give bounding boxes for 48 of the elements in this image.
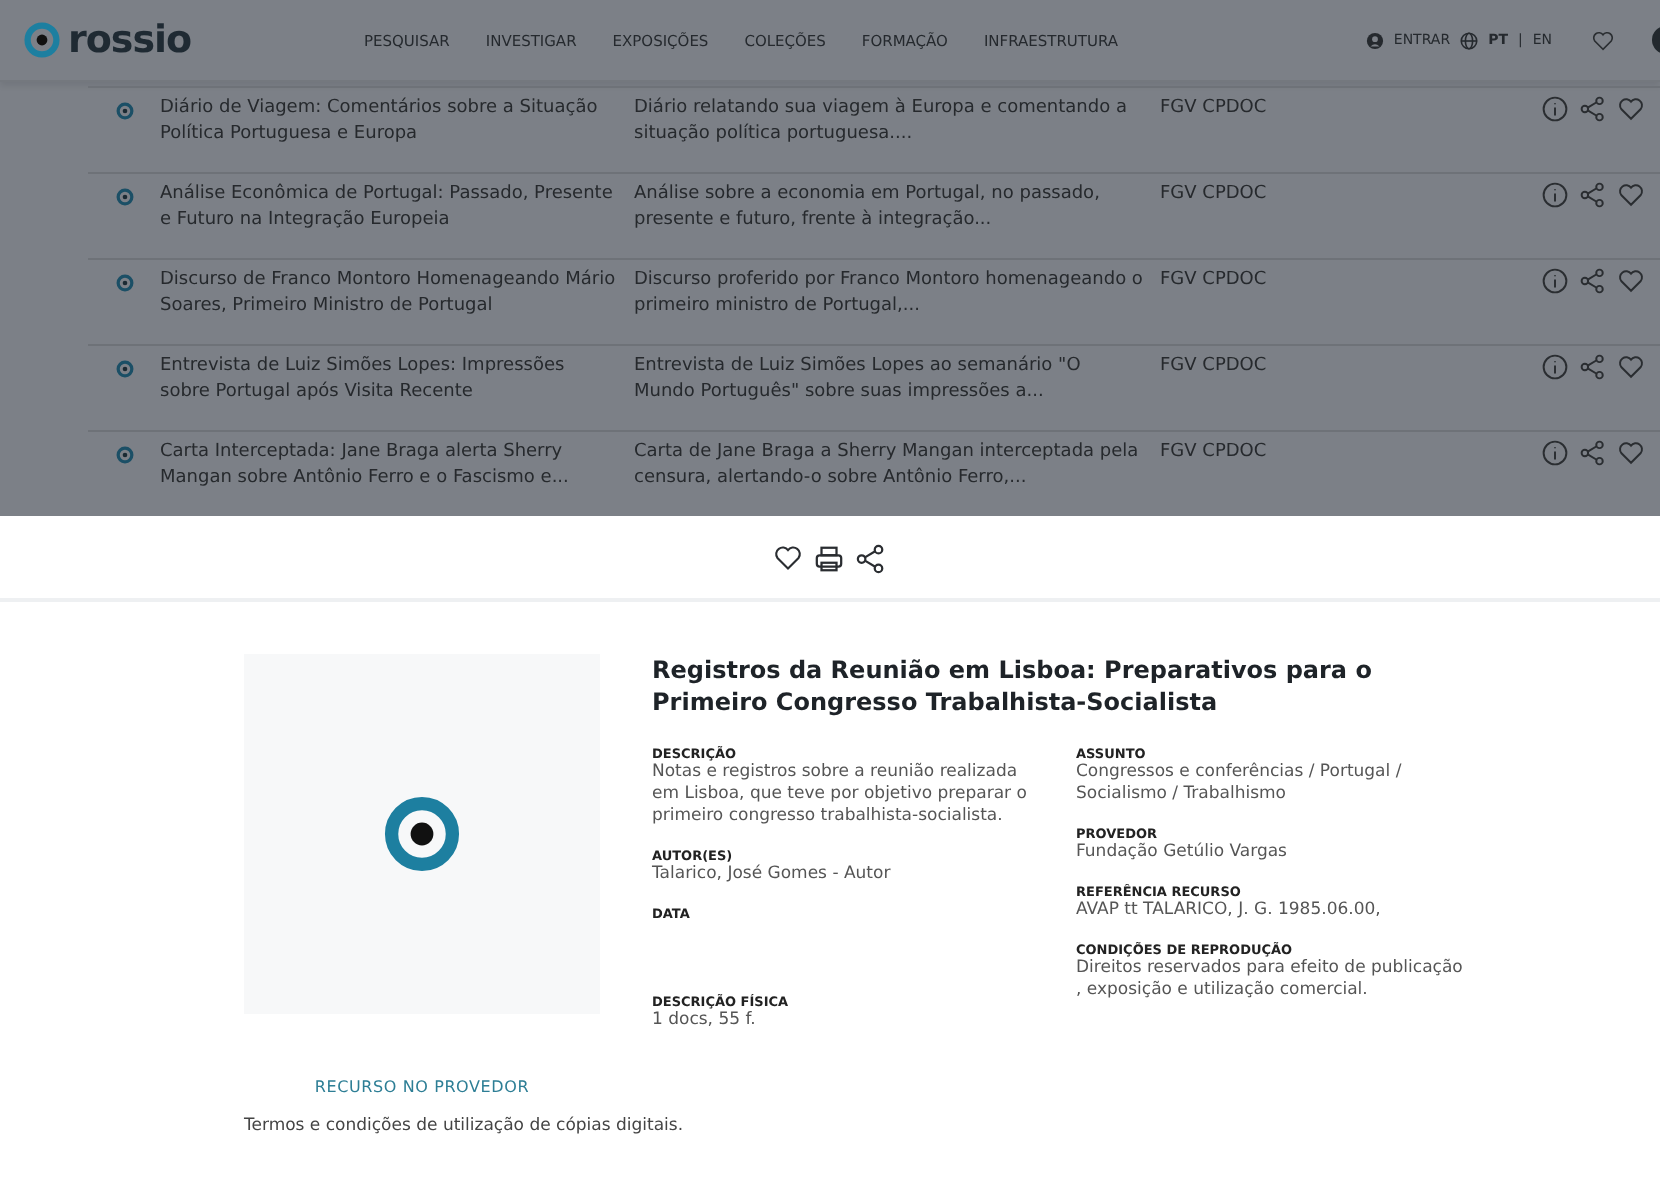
result-row[interactable]: Diário de Viagem: Comentários sobre a Situação Política Portuguesa e Europa Diário relatando sua viagem à Europa e comentando a situação política portuguesa.... FGV CPDOC — [88, 86, 1660, 172]
result-row[interactable]: Carta Interceptada: Jane Braga alerta Sherry Mangan sobre Antônio Ferro e o Fascismo e... Carta de Jane Braga a Sherry Mangan interceptada pela censura, alertando-o sobre Antônio Ferro,... FGV CPDOC — [88, 430, 1660, 516]
record-icon — [115, 188, 133, 206]
field-value: Direitos reservados para efeito de publicação , exposição e utilização comercial. — [1076, 958, 1465, 1002]
result-title[interactable]: Diário de Viagem: Comentários sobre a Situação Política Portuguesa e Europa — [160, 96, 634, 172]
info-icon[interactable] — [1542, 354, 1568, 380]
share-icon[interactable] — [856, 544, 886, 574]
result-row[interactable]: Discurso de Franco Montoro Homenageando Mário Soares, Primeiro Ministro de Portugal Discurso proferido por Franco Montoro homenageando o primeiro ministro de Portugal,... FGV CPDOC — [88, 258, 1660, 344]
globe-icon[interactable] — [1460, 31, 1479, 49]
result-description: Discurso proferido por Franco Montoro homenageando o primeiro ministro de Portugal,... — [634, 268, 1145, 320]
result-provider: FGV CPDOC — [1160, 96, 1269, 122]
field-value: Fundação Getúlio Vargas — [1076, 842, 1289, 864]
record-icon — [115, 102, 133, 120]
record-title: Registros da Reunião em Lisboa: Preparativos para o Primeiro Congresso Trabalhista-Socialista — [652, 654, 1374, 718]
record-icon — [115, 446, 133, 464]
result-title[interactable]: Carta Interceptada: Jane Braga alerta Sherry Mangan sobre Antônio Ferro e o Fascismo e... — [160, 440, 634, 516]
result-description: Diário relatando sua viagem à Europa e comentando a situação política portuguesa.... — [634, 96, 1129, 148]
info-icon[interactable] — [1542, 268, 1568, 294]
user-icon[interactable] — [1365, 31, 1384, 49]
logo-icon — [24, 22, 60, 58]
info-icon[interactable] — [1542, 440, 1568, 466]
result-provider: FGV CPDOC — [1160, 440, 1269, 466]
result-description: Análise sobre a economia em Portugal, no passado, presente e futuro, frente à integração... — [634, 182, 1102, 234]
result-row[interactable]: Entrevista de Luiz Simões Lopes: Impressões sobre Portugal após Visita Recente Entrevista de Luiz Simões Lopes ao semanário "O Mundo Português" sobre suas impressões a... FGV CPDOC — [88, 344, 1660, 430]
field-value: Talarico, José Gomes - Autor — [652, 864, 893, 886]
result-provider: FGV CPDOC — [1160, 354, 1269, 380]
result-description: Carta de Jane Braga a Sherry Mangan interceptada pela censura, alertando-o sobre Antônio Ferro,... — [634, 440, 1141, 492]
result-provider: FGV CPDOC — [1160, 268, 1269, 294]
heart-icon[interactable] — [774, 544, 802, 572]
info-icon[interactable] — [1542, 182, 1568, 208]
result-description: Entrevista de Luiz Simões Lopes ao semanário "O Mundo Português" sobre suas impressões a... — [634, 354, 1083, 406]
result-title[interactable]: Entrevista de Luiz Simões Lopes: Impressões sobre Portugal após Visita Recente — [160, 354, 634, 430]
print-icon[interactable] — [814, 544, 844, 574]
info-icon[interactable] — [1542, 96, 1568, 122]
field-value: AVAP tt TALARICO, J. G. 1985.06.00, — [1076, 900, 1383, 922]
result-title[interactable]: Discurso de Franco Montoro Homenageando Mário Soares, Primeiro Ministro de Portugal — [160, 268, 634, 344]
logo-text[interactable]: rossio — [68, 18, 192, 62]
field-value: 1 docs, 55 f. — [652, 1010, 758, 1032]
record-icon — [115, 360, 133, 378]
field-value: Notas e registros sobre a reunião realizada em Lisboa, que teve por objetivo preparar o primeiro congresso trabalhista-socialista. — [652, 762, 1029, 828]
field-value: Congressos e conferências / Portugal / Socialismo / Trabalhismo — [1076, 762, 1404, 806]
provider-link[interactable]: RECURSO NO PROVEDOR — [314, 1078, 530, 1096]
record-icon — [115, 274, 133, 292]
result-title[interactable]: Análise Econômica de Portugal: Passado, Presente e Futuro na Integração Europeia — [160, 182, 634, 258]
logo-icon — [384, 796, 460, 872]
terms-text: Termos e condições de utilização de cópias digitais. — [242, 1114, 686, 1136]
result-row[interactable]: Análise Econômica de Portugal: Passado, Presente e Futuro na Integração Europeia Análise sobre a economia em Portugal, no passado, presente e futuro, frente à integração... FGV CPDOC — [88, 172, 1660, 258]
result-provider: FGV CPDOC — [1160, 182, 1269, 208]
